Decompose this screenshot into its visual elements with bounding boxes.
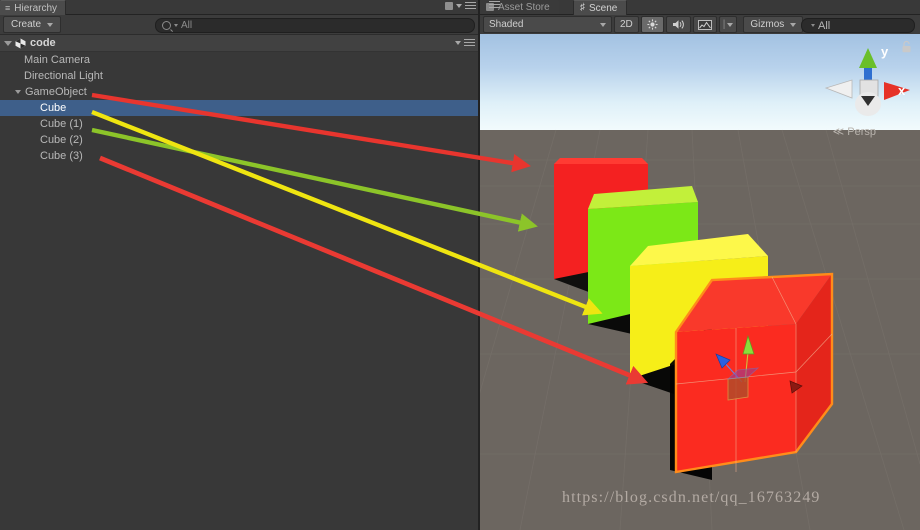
hierarchy-item-label: Cube (3) bbox=[40, 150, 83, 162]
panel-menu-icon[interactable] bbox=[489, 0, 501, 9]
scene-grid-icon: ♯ bbox=[580, 2, 585, 13]
hierarchy-panel: ≡ Hierarchy Create All code Main Camera … bbox=[0, 0, 478, 530]
gizmo-negx-cone bbox=[824, 79, 853, 99]
hierarchy-item-cube-1[interactable]: Cube (1) bbox=[0, 116, 478, 132]
tab-asset-store-label: Asset Store bbox=[498, 1, 550, 13]
scene-search-input[interactable]: All bbox=[801, 18, 915, 33]
hierarchy-item-main-camera[interactable]: Main Camera bbox=[0, 52, 478, 68]
gizmo-axis-x-label: x bbox=[898, 83, 906, 98]
expand-arrow-icon[interactable] bbox=[15, 90, 21, 94]
hierarchy-tabbar: ≡ Hierarchy bbox=[0, 0, 478, 15]
gizmo-y-cone bbox=[859, 48, 877, 68]
maximize-icon[interactable] bbox=[445, 1, 453, 10]
hierarchy-item-cube-3[interactable]: Cube (3) bbox=[0, 148, 478, 164]
gizmos-label: Gizmos bbox=[750, 19, 785, 30]
draw-mode-dropdown[interactable]: Shaded bbox=[483, 16, 612, 33]
hierarchy-item-label: Cube (1) bbox=[40, 118, 83, 130]
scene-search-placeholder: All bbox=[818, 19, 831, 32]
create-button-label: Create bbox=[11, 19, 42, 30]
gizmo-center-handle bbox=[727, 376, 749, 401]
toggle-2d-label: 2D bbox=[620, 19, 633, 30]
hierarchy-item-label: Cube (2) bbox=[40, 134, 83, 146]
tab-hierarchy[interactable]: ≡ Hierarchy bbox=[0, 0, 67, 15]
chevron-down-icon bbox=[600, 22, 606, 27]
toggle-2d-button[interactable]: 2D bbox=[614, 16, 639, 33]
hierarchy-search-placeholder: All bbox=[181, 20, 193, 31]
expand-arrow-icon[interactable] bbox=[4, 40, 12, 46]
hierarchy-item-cube-2[interactable]: Cube (2) bbox=[0, 132, 478, 148]
chevron-down-icon bbox=[47, 22, 54, 27]
hierarchy-item-label: Cube bbox=[40, 102, 67, 114]
hierarchy-icon: ≡ bbox=[5, 2, 11, 13]
hierarchy-search-input[interactable]: All bbox=[155, 18, 475, 33]
toggle-lighting-button[interactable] bbox=[640, 16, 664, 33]
chevron-down-icon bbox=[727, 22, 734, 27]
search-filter-caret-icon bbox=[174, 24, 178, 27]
speaker-icon bbox=[672, 20, 684, 29]
gizmo-back-arrow-icon: ≪ bbox=[832, 126, 845, 138]
gizmo-projection-label[interactable]: ≪ Persp bbox=[833, 125, 876, 138]
scene-tabbar: Asset Store ♯ Scene bbox=[480, 0, 920, 15]
tab-scene-label: Scene bbox=[589, 2, 618, 14]
scene-row-menu[interactable] bbox=[455, 38, 475, 47]
search-filter-caret-icon bbox=[811, 24, 815, 27]
sun-icon bbox=[647, 19, 658, 30]
hierarchy-tree: Main Camera Directional Light GameObject… bbox=[0, 52, 478, 530]
draw-mode-label: Shaded bbox=[489, 19, 524, 30]
panel-menu-icon[interactable] bbox=[465, 1, 476, 10]
scene-object-cube-3-selected[interactable] bbox=[670, 272, 834, 480]
watermark-text: https://blog.csdn.net/qq_16763249 bbox=[562, 489, 821, 506]
effects-dropdown-button[interactable]: | bbox=[718, 16, 738, 33]
search-icon bbox=[162, 21, 171, 30]
gizmos-dropdown[interactable]: Gizmos bbox=[743, 16, 804, 33]
gizmo-axis-y-label: y bbox=[881, 44, 889, 59]
tab-scene[interactable]: ♯ Scene bbox=[573, 0, 628, 15]
unity-scene-icon bbox=[15, 38, 26, 49]
scene-toolbar: Shaded 2D | Gizmos All bbox=[480, 15, 920, 35]
scene-menu-icon bbox=[464, 38, 475, 47]
unity-editor-window: ≡ Hierarchy Create All code Main Camera … bbox=[0, 0, 920, 530]
hierarchy-tabbar-controls bbox=[445, 1, 476, 10]
scene-panel: Asset Store ♯ Scene Shaded 2D | Gizmos A… bbox=[480, 0, 920, 530]
effects-icon bbox=[697, 19, 712, 30]
tab-hierarchy-label: Hierarchy bbox=[14, 2, 58, 14]
hierarchy-item-label: GameObject bbox=[25, 86, 87, 98]
chevron-down-icon bbox=[455, 40, 461, 45]
hierarchy-item-label: Directional Light bbox=[24, 70, 103, 82]
hierarchy-item-label: Main Camera bbox=[24, 54, 91, 66]
create-button[interactable]: Create bbox=[3, 16, 62, 33]
lock-icon[interactable] bbox=[901, 40, 912, 53]
chevron-down-icon bbox=[790, 22, 797, 27]
hierarchy-item-gameobject[interactable]: GameObject bbox=[0, 84, 478, 100]
toggle-audio-button[interactable] bbox=[665, 16, 691, 33]
scene-name-label: code bbox=[30, 37, 56, 49]
scene-root-row[interactable]: code bbox=[0, 35, 478, 52]
hierarchy-item-cube[interactable]: Cube bbox=[0, 100, 478, 116]
scene-viewport[interactable]: https://blog.csdn.net/qq_16763249 y x ≪ bbox=[480, 34, 920, 530]
chevron-down-icon[interactable] bbox=[456, 3, 462, 8]
toggle-effects-button[interactable] bbox=[692, 16, 717, 33]
gizmo-x-cone bbox=[884, 82, 910, 100]
hierarchy-item-directional-light[interactable]: Directional Light bbox=[0, 68, 478, 84]
hierarchy-toolbar: Create All bbox=[0, 15, 478, 35]
